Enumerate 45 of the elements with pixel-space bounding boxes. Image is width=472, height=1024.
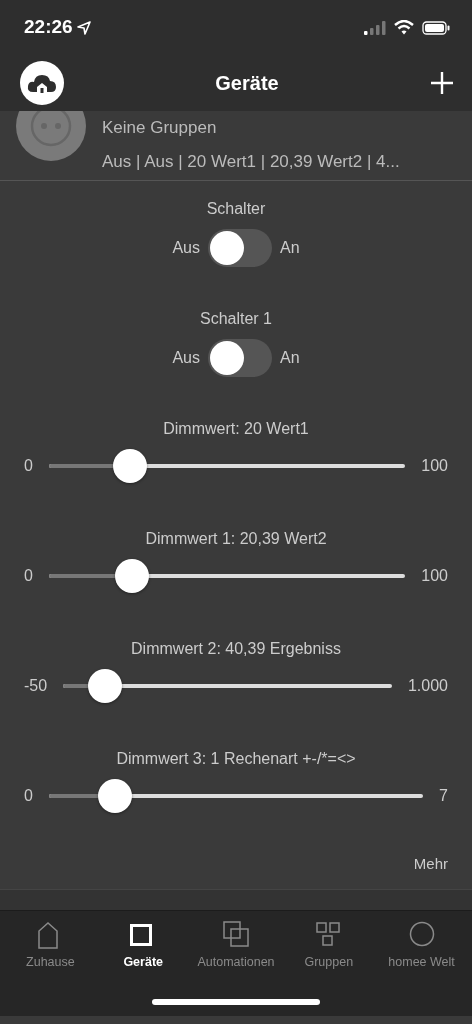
min-label: 0: [24, 566, 33, 586]
max-label: 100: [421, 456, 448, 476]
add-icon[interactable]: [430, 71, 454, 95]
control-label: Dimmwert 2: 40,39 Ergebniss: [131, 639, 341, 659]
on-label: An: [280, 238, 300, 258]
tab-item[interactable]: homee Welt: [375, 910, 468, 972]
off-label: Aus: [172, 348, 200, 368]
device-summary: Aus | Aus | 20 Wert1 | 20,39 Wert2 | 4...: [102, 150, 400, 173]
tab-item[interactable]: Automationen: [189, 910, 283, 972]
tab-item[interactable]: Zuhause: [4, 910, 97, 972]
socket-icon: [29, 111, 73, 148]
toggle-switch[interactable]: [208, 229, 272, 267]
squares-icon: [315, 920, 342, 949]
control-label: Schalter 1: [199, 309, 272, 329]
circle-icon: [408, 920, 435, 949]
control-label: Dimmwert 3: 1 Rechenart +-/*=<>: [116, 749, 356, 769]
more-link[interactable]: Mehr: [413, 853, 448, 876]
min-label: 0: [24, 786, 33, 806]
control-label: Dimmwert: 20 Wert1: [163, 419, 309, 439]
time-text: 22:26: [24, 15, 73, 40]
min-label: -50: [24, 676, 48, 696]
control-label: Dimmwert 1: 20,39 Wert2: [145, 529, 327, 549]
slider[interactable]: [48, 559, 406, 593]
slider[interactable]: [48, 779, 424, 813]
toggle-switch[interactable]: [208, 339, 272, 377]
off-label: Aus: [172, 238, 200, 258]
device-group: Keine Gruppen: [102, 115, 400, 141]
min-label: 0: [24, 456, 33, 476]
slider[interactable]: [63, 669, 392, 703]
slider[interactable]: [48, 449, 406, 483]
tab-item[interactable]: Geräte: [96, 910, 190, 972]
control-label: Schalter: [206, 199, 266, 219]
overlapping-squares-icon: [223, 920, 249, 949]
on-label: An: [280, 348, 300, 368]
max-label: 7: [439, 786, 448, 806]
page-title: Geräte: [215, 71, 279, 96]
max-label: 1.000: [407, 676, 448, 696]
signal-icon: [364, 20, 386, 35]
battery-icon: [422, 20, 450, 35]
tab-item[interactable]: Gruppen: [282, 910, 376, 972]
cloud-house-icon: [27, 72, 57, 94]
wifi-icon: [394, 20, 414, 35]
location-icon: [76, 20, 91, 35]
max-label: 100: [421, 566, 448, 586]
logo-button[interactable]: [20, 61, 64, 105]
